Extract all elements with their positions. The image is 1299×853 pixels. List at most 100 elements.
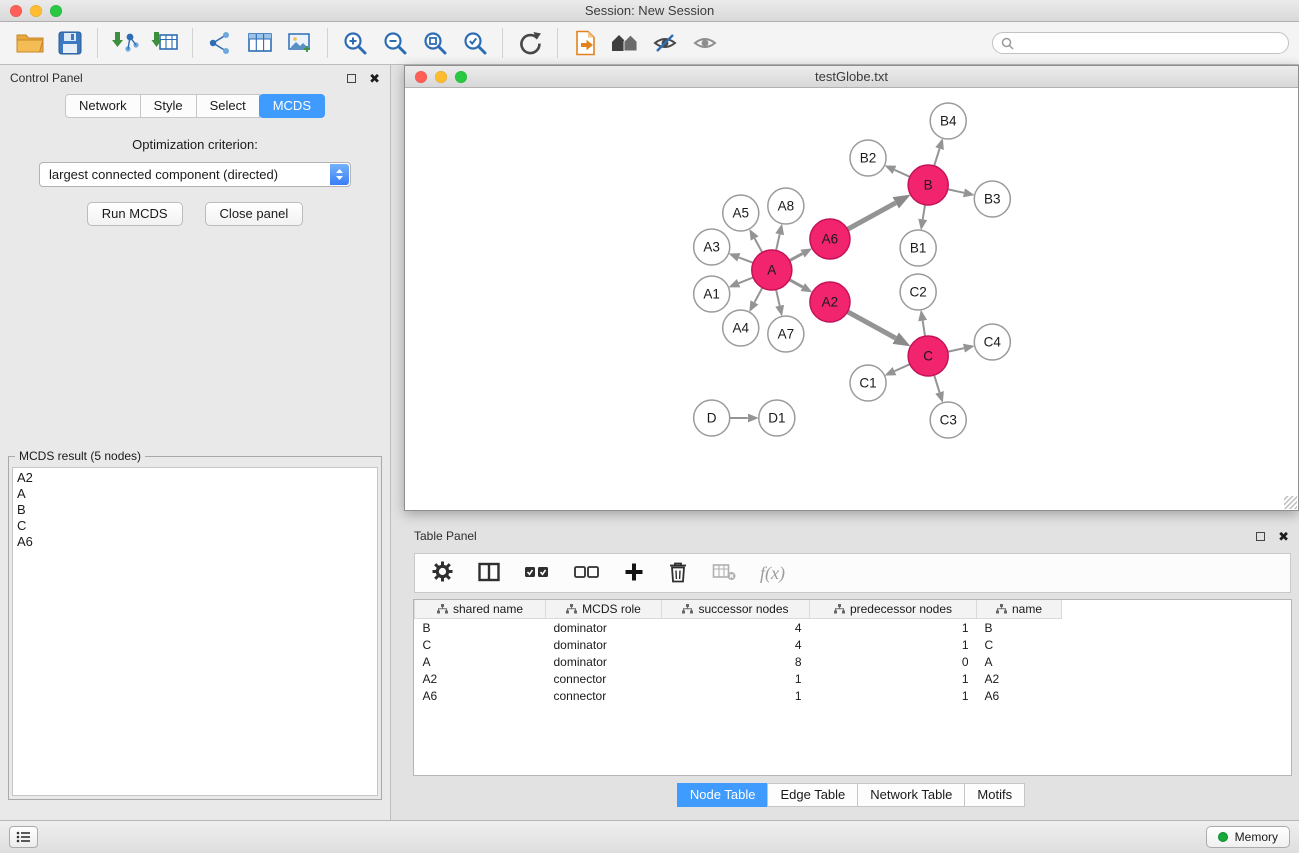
select-all-columns-button[interactable] [524, 565, 550, 582]
network-canvas[interactable]: A5A8A6A3AA1A2A4A7B4B2BB3B1C2C4CC1C3DD1 [405, 88, 1298, 510]
table-cell[interactable]: A2 [977, 670, 1062, 687]
minimize-window-button[interactable] [30, 5, 42, 17]
open-document-button[interactable] [565, 25, 605, 61]
graph-edge-C-C3[interactable] [934, 375, 939, 392]
table-cell[interactable]: C [415, 636, 546, 653]
graph-edge-A-A6[interactable] [789, 254, 802, 261]
network-graph[interactable]: A5A8A6A3AA1A2A4A7B4B2BB3B1C2C4CC1C3DD1 [405, 88, 1298, 510]
zoom-selected-button[interactable] [455, 25, 495, 61]
table-row[interactable]: A6connector11A6 [415, 687, 1062, 704]
table-cell[interactable]: connector [546, 687, 662, 704]
home-networks-button[interactable] [605, 25, 645, 61]
table-cell[interactable]: B [415, 619, 546, 637]
table-cell[interactable]: 4 [662, 636, 810, 653]
table-cell[interactable]: 1 [810, 687, 977, 704]
node-table-container[interactable]: shared name MCDS role successor nodes pr… [413, 599, 1292, 776]
graph-node-C2[interactable]: C2 [900, 274, 936, 310]
table-cell[interactable]: 1 [810, 670, 977, 687]
apply-layout-button[interactable] [510, 25, 550, 61]
search-input[interactable] [1019, 36, 1280, 50]
tab-edge-table[interactable]: Edge Table [767, 783, 858, 807]
function-builder-button[interactable]: f(x) [760, 563, 785, 584]
table-cell[interactable]: dominator [546, 653, 662, 670]
table-cell[interactable]: B [977, 619, 1062, 637]
graph-edge-A-A3[interactable] [739, 257, 753, 262]
graph-node-B4[interactable]: B4 [930, 103, 966, 139]
zoom-window-button[interactable] [50, 5, 62, 17]
table-cell[interactable]: A [415, 653, 546, 670]
import-table-button[interactable] [145, 25, 185, 61]
close-panel-icon[interactable]: ✖ [369, 72, 380, 85]
mcds-result-list[interactable]: A2ABCA6 [12, 467, 378, 796]
graph-edge-B-B2[interactable] [895, 170, 910, 177]
network-close-button[interactable] [415, 71, 427, 83]
close-window-button[interactable] [10, 5, 22, 17]
graph-node-A2[interactable]: A2 [810, 282, 850, 322]
memory-button[interactable]: Memory [1206, 826, 1290, 848]
table-cell[interactable]: 0 [810, 653, 977, 670]
unselect-all-columns-button[interactable] [574, 565, 600, 582]
graph-edge-B-B3[interactable] [948, 189, 964, 193]
table-cell[interactable]: C [977, 636, 1062, 653]
graph-edge-A-A2[interactable] [789, 280, 802, 287]
graph-node-C4[interactable]: C4 [974, 324, 1010, 360]
graph-node-A8[interactable]: A8 [768, 188, 804, 224]
graph-edge-B-B4[interactable] [934, 149, 939, 166]
graph-node-B3[interactable]: B3 [974, 181, 1010, 217]
mcds-result-item[interactable]: A2 [17, 470, 373, 486]
zoom-fit-button[interactable] [415, 25, 455, 61]
graph-node-D[interactable]: D [694, 400, 730, 436]
close-table-panel-icon[interactable]: ✖ [1278, 530, 1289, 543]
new-table-button[interactable] [240, 25, 280, 61]
graph-edge-A-A7[interactable] [776, 290, 780, 306]
show-columns-button[interactable] [478, 562, 500, 585]
tab-mcds[interactable]: MCDS [259, 94, 325, 118]
graph-node-C3[interactable]: C3 [930, 402, 966, 438]
column-header-predecessor-nodes[interactable]: predecessor nodes [810, 600, 977, 619]
table-row[interactable]: A2connector11A2 [415, 670, 1062, 687]
table-cell[interactable]: 1 [662, 670, 810, 687]
column-header-name[interactable]: name [977, 600, 1062, 619]
graph-edge-A6-B[interactable] [848, 203, 896, 229]
table-cell[interactable]: 4 [662, 619, 810, 637]
new-network-button[interactable] [200, 25, 240, 61]
table-cell[interactable]: dominator [546, 636, 662, 653]
graph-node-D1[interactable]: D1 [759, 400, 795, 436]
table-cell[interactable]: A2 [415, 670, 546, 687]
graph-edge-A-A8[interactable] [776, 234, 780, 250]
graph-edge-C-C4[interactable] [948, 348, 964, 352]
float-table-panel-icon[interactable] [1256, 532, 1265, 541]
mcds-result-item[interactable]: A6 [17, 534, 373, 550]
graph-edge-A-A1[interactable] [739, 277, 754, 283]
zoom-out-button[interactable] [375, 25, 415, 61]
graph-node-A6[interactable]: A6 [810, 219, 850, 259]
table-cell[interactable]: A6 [977, 687, 1062, 704]
show-panel-list-button[interactable] [9, 826, 38, 848]
graph-node-B[interactable]: B [908, 165, 948, 205]
tab-select[interactable]: Select [196, 94, 260, 118]
create-column-button[interactable] [624, 562, 644, 585]
table-cell[interactable]: A [977, 653, 1062, 670]
graph-node-B1[interactable]: B1 [900, 230, 936, 266]
graph-edge-A-A5[interactable] [755, 238, 763, 252]
graph-edge-C-C1[interactable] [895, 364, 910, 371]
table-cell[interactable]: 1 [810, 619, 977, 637]
hide-selected-button[interactable] [645, 25, 685, 61]
import-network-button[interactable] [105, 25, 145, 61]
table-cell[interactable]: dominator [546, 619, 662, 637]
run-mcds-button[interactable]: Run MCDS [87, 202, 183, 226]
graph-edge-B-B1[interactable] [923, 205, 925, 220]
delete-table-button[interactable] [712, 562, 736, 585]
show-all-button[interactable] [685, 25, 725, 61]
network-minimize-button[interactable] [435, 71, 447, 83]
mcds-result-item[interactable]: A [17, 486, 373, 502]
float-panel-icon[interactable] [347, 74, 356, 83]
tab-node-table[interactable]: Node Table [677, 783, 769, 807]
graph-edge-C-C2[interactable] [923, 321, 925, 337]
table-cell[interactable]: 8 [662, 653, 810, 670]
table-cell[interactable]: 1 [810, 636, 977, 653]
graph-node-A7[interactable]: A7 [768, 316, 804, 352]
graph-node-A1[interactable]: A1 [694, 276, 730, 312]
graph-edge-A-A4[interactable] [754, 288, 762, 303]
close-panel-button[interactable]: Close panel [205, 202, 304, 226]
